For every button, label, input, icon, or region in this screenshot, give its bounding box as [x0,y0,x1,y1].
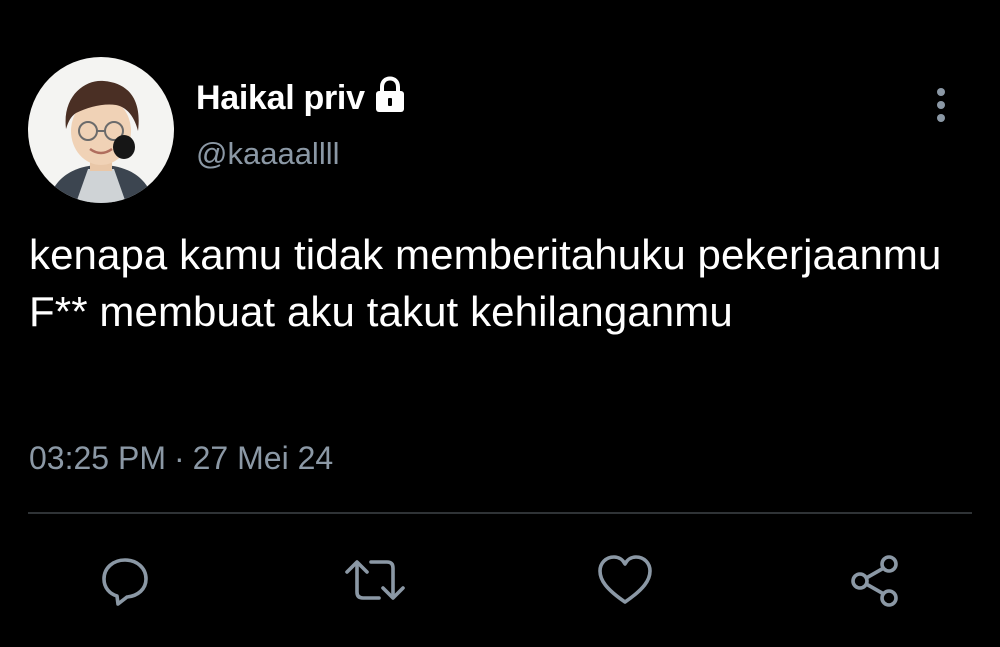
retweet-button[interactable] [343,548,407,612]
display-name[interactable]: Haikal priv [196,79,365,118]
avatar[interactable] [28,57,174,203]
divider [28,512,972,514]
retweet-icon [345,560,405,600]
heart-icon [598,555,652,604]
more-vertical-icon[interactable] [928,86,954,126]
author-name-row[interactable]: Haikal priv [196,76,407,120]
like-button[interactable] [593,548,657,612]
share-icon [851,555,898,607]
lock-icon [373,76,407,114]
action-bar [0,548,1000,612]
avatar-image [28,57,174,203]
share-button[interactable] [843,548,907,612]
meta-separator: · [173,440,185,476]
tweet-text: kenapa kamu tidak memberitahuku pekerjaa… [29,231,942,335]
reply-icon [102,558,148,606]
user-handle[interactable]: @kaaaallll [196,136,339,172]
reply-button[interactable] [93,548,157,612]
tweet-timestamp[interactable]: 03:25 PM · 27 Mei 24 [29,440,333,477]
tweet-time: 03:25 PM [29,440,166,476]
tweet-detail: Haikal priv @kaaaallll kenapa kamu tidak… [0,0,1000,647]
tweet-date: 27 Mei 24 [192,440,334,476]
